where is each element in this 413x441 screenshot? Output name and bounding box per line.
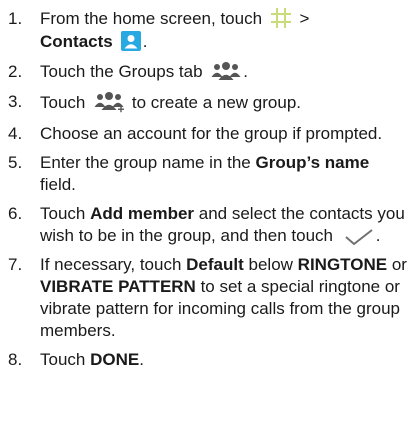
contacts-label: Contacts [40, 32, 113, 52]
step-number: 3. [8, 92, 23, 112]
step-text: below [248, 255, 293, 275]
step-number: 8. [8, 350, 23, 370]
groups-icon [211, 62, 241, 81]
instruction-steps: 1. From the home screen, touch > Contact… [0, 0, 413, 371]
step-4: 4. Choose an account for the group if pr… [0, 123, 409, 145]
step-text: to create a new group. [131, 93, 302, 113]
default-label: Default [186, 255, 244, 275]
step-7: 7. If necessary, touch Default below RIN… [0, 254, 409, 342]
apps-grid-icon [270, 8, 291, 29]
step-6: 6. Touch Add member and select the conta… [0, 203, 409, 247]
step-5: 5. Enter the group name in the Group’s n… [0, 152, 409, 196]
step-text: Touch [40, 93, 86, 113]
step-text: From the home screen, touch [40, 9, 263, 28]
step-number: 7. [8, 255, 23, 275]
step-text: Touch the Groups tab [40, 62, 203, 82]
step-text: Choose an account for the group if promp… [40, 124, 383, 144]
step-8: 8. Touch DONE. [0, 349, 409, 371]
add-member-label: Add member [90, 204, 195, 224]
add-group-icon [94, 92, 125, 113]
step-text: . [142, 32, 148, 52]
step-text: . [139, 350, 144, 370]
step-text: Touch [40, 350, 86, 370]
ringtone-label: RINGTONE [297, 255, 388, 275]
step-text: field. [40, 175, 76, 195]
step-number: 1. [8, 9, 23, 28]
step-text: Enter the group name in the [40, 153, 251, 173]
step-number: 6. [8, 204, 23, 224]
vibrate-pattern-label: VIBRATE PATTERN [40, 277, 196, 297]
checkmark-icon [345, 228, 373, 245]
step-number: 4. [8, 124, 23, 144]
step-number: 5. [8, 153, 23, 173]
step-text: > [299, 9, 310, 28]
step-text: Touch [40, 204, 86, 224]
contacts-app-icon [120, 31, 141, 52]
done-label: DONE [90, 350, 140, 370]
step-text: If necessary, touch [40, 255, 182, 275]
step-number: 2. [8, 62, 23, 82]
group-name-field-label: Group’s name [255, 153, 370, 173]
step-1: 1. From the home screen, touch > Contact… [0, 8, 409, 54]
step-text: or [391, 255, 407, 275]
step-3: 3. Touch to create a new group. [0, 91, 409, 116]
step-text: . [375, 226, 381, 246]
step-text: . [243, 62, 249, 82]
step-2: 2. Touch the Groups tab . [0, 61, 409, 84]
